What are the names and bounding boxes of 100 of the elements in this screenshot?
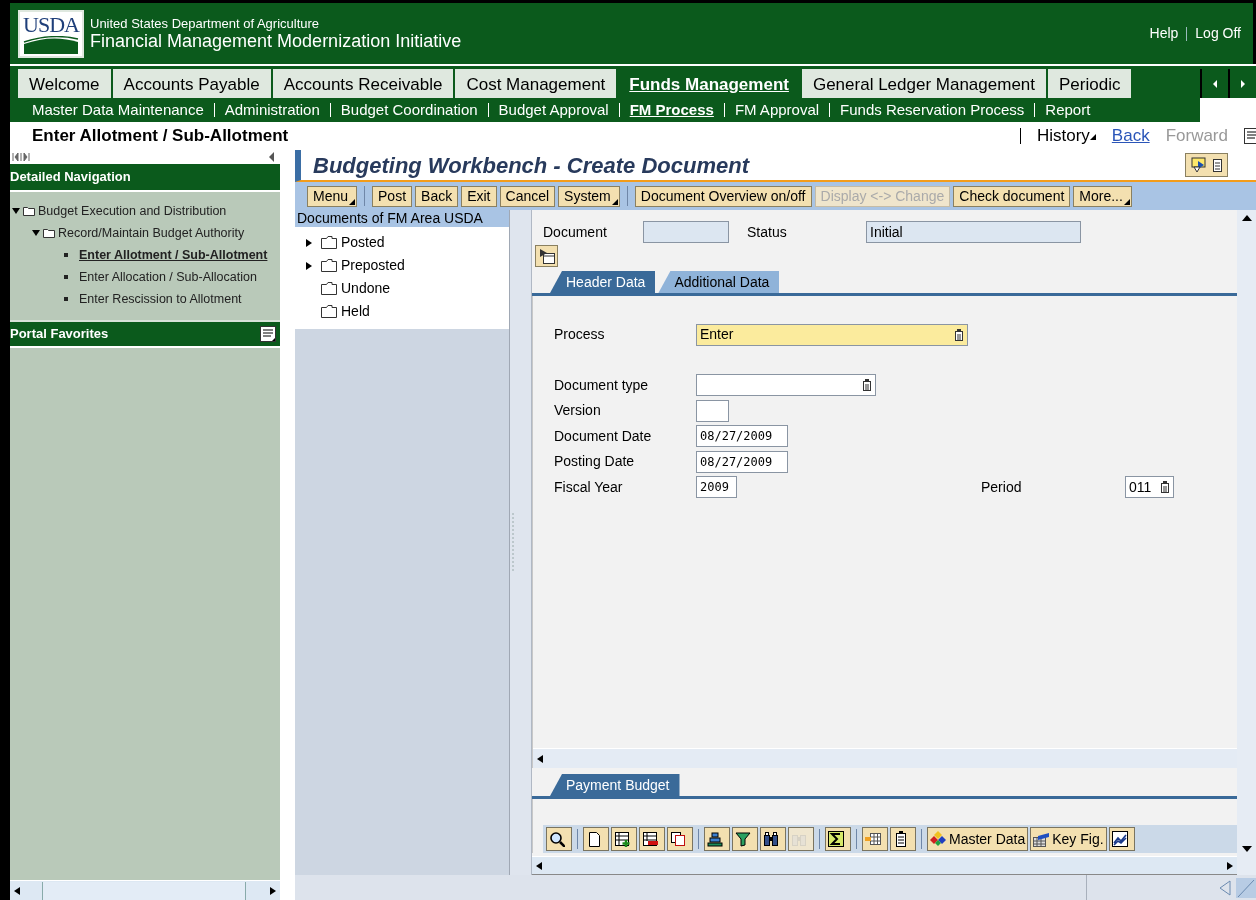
- page-title: Enter Allotment / Sub-Allotment: [32, 125, 290, 148]
- toolbar-button[interactable]: Cancel: [499, 185, 556, 207]
- grid-button[interactable]: [862, 827, 888, 851]
- nav-tab[interactable]: Periodic: [1048, 69, 1132, 98]
- tab[interactable]: Additional Data: [658, 271, 780, 293]
- input-field[interactable]: [643, 221, 729, 243]
- tab[interactable]: Header Data: [550, 271, 656, 293]
- expand-arrow-icon[interactable]: [32, 229, 40, 237]
- table-icon: [1033, 831, 1050, 847]
- tree-folder-label[interactable]: Budget Execution and Distribution: [38, 201, 227, 221]
- tree-folder-label[interactable]: Posted: [341, 232, 385, 253]
- nav-header-title: Detailed Navigation: [10, 168, 131, 187]
- toolbar-button[interactable]: Key Fig.: [1030, 827, 1107, 851]
- header-link[interactable]: Log Off: [1195, 23, 1241, 44]
- field-label: Document: [543, 222, 608, 242]
- dropdown-icon[interactable]: [954, 328, 964, 341]
- tree-link[interactable]: Enter Allocation / Sub-Allocation: [79, 266, 257, 288]
- menu-button[interactable]: System: [558, 185, 620, 207]
- sigma-button[interactable]: [825, 827, 851, 851]
- scroll-down-icon[interactable]: [1240, 845, 1253, 853]
- folder-icon: [23, 206, 35, 216]
- magnifier-icon: [549, 831, 565, 847]
- field-label: Posting Date: [554, 452, 636, 472]
- page-icon: [586, 831, 602, 847]
- dropdown-field[interactable]: Enter: [696, 323, 968, 346]
- subnav-link[interactable]: FM Approval: [734, 98, 820, 122]
- expand-arrow-icon[interactable]: [305, 261, 313, 270]
- tree-folder-label[interactable]: Preposted: [341, 255, 405, 276]
- menu-button[interactable]: Menu: [307, 185, 358, 207]
- field-label: Period: [981, 477, 1023, 497]
- horizontal-scrollbar[interactable]: [10, 880, 280, 900]
- binoculars-button[interactable]: [760, 827, 786, 851]
- magnifier-button[interactable]: [546, 827, 572, 851]
- sort-button[interactable]: [704, 827, 730, 851]
- toolbar-button[interactable]: Exit: [461, 185, 497, 207]
- tree-folder-label[interactable]: Held: [341, 301, 370, 322]
- nav-tab[interactable]: General Ledger Management: [801, 69, 1047, 98]
- dropdown-icon[interactable]: [862, 379, 872, 392]
- subnav-link[interactable]: Report: [1045, 98, 1091, 122]
- nav-tab[interactable]: Accounts Payable: [112, 69, 271, 98]
- nav-tab[interactable]: Welcome: [18, 69, 111, 98]
- help-button[interactable]: [1185, 153, 1228, 177]
- input-field[interactable]: Initial: [866, 221, 1081, 243]
- input-field[interactable]: 08/27/2009: [696, 450, 788, 473]
- history-menu[interactable]: History: [1036, 123, 1096, 149]
- toolbar-button[interactable]: Document Overview on/off: [634, 185, 812, 207]
- subnav-link[interactable]: Master Data Maintenance: [32, 98, 204, 122]
- input-field[interactable]: 2009: [696, 476, 737, 499]
- field-label: Process: [554, 325, 606, 345]
- dropdown-icon[interactable]: [1160, 481, 1170, 494]
- subnav-link[interactable]: Budget Approval: [498, 98, 609, 122]
- field-label: Status: [747, 222, 788, 242]
- pager-icon[interactable]: [12, 152, 30, 162]
- options-icon[interactable]: [260, 326, 276, 342]
- filter-button[interactable]: [732, 827, 758, 851]
- page-button[interactable]: [583, 827, 609, 851]
- header-link[interactable]: Help: [1149, 23, 1179, 44]
- dropdown-field[interactable]: 011: [1125, 476, 1174, 499]
- toolbar-button[interactable]: Post: [372, 185, 413, 207]
- folder-icon: [321, 259, 337, 272]
- folder-icon: [321, 236, 337, 249]
- nav-tab[interactable]: Cost Management: [455, 69, 617, 98]
- menu-corner-icon: [1123, 198, 1130, 205]
- delete-row-button[interactable]: [639, 827, 665, 851]
- subnav-link[interactable]: FM Process: [629, 98, 714, 122]
- agency-name: United States Department of Agriculture: [90, 16, 321, 31]
- layout-button[interactable]: [535, 245, 558, 267]
- nav-header-title: Portal Favorites: [10, 325, 109, 344]
- nav-link[interactable]: Back: [1111, 123, 1150, 149]
- subnav-link[interactable]: Budget Coordination: [340, 98, 478, 122]
- tree-link[interactable]: Enter Rescission to Allotment: [79, 288, 242, 310]
- copy-button[interactable]: [667, 827, 693, 851]
- splitter-handle[interactable]: [510, 210, 532, 875]
- toolbar-button[interactable]: Check document: [953, 185, 1071, 207]
- dropdown-field[interactable]: [696, 374, 876, 397]
- vertical-scrollbar[interactable]: [1237, 210, 1256, 875]
- input-field[interactable]: 08/27/2009: [696, 425, 788, 448]
- expand-arrow-icon[interactable]: [305, 238, 313, 247]
- toolbar-button[interactable]: Back: [415, 185, 459, 207]
- nav-tab[interactable]: Accounts Receivable: [272, 69, 454, 98]
- chart-button[interactable]: [1108, 827, 1135, 851]
- collapse-icon[interactable]: [269, 152, 274, 162]
- expand-arrow-icon[interactable]: [12, 207, 20, 215]
- scroll-up-icon[interactable]: [1240, 214, 1253, 222]
- add-row-button[interactable]: [611, 827, 637, 851]
- options-icon[interactable]: [1244, 128, 1256, 144]
- input-field[interactable]: [696, 399, 729, 422]
- copy-icon: [670, 831, 686, 847]
- toolbar-button[interactable]: Master Data: [927, 827, 1029, 851]
- window-icon: [538, 248, 555, 264]
- document-button[interactable]: [890, 827, 916, 851]
- tab[interactable]: Payment Budget: [550, 774, 680, 796]
- subnav-link[interactable]: Administration: [224, 98, 320, 122]
- tree-folder-label[interactable]: Undone: [341, 278, 391, 299]
- horizontal-scrollbar[interactable]: [533, 748, 1237, 768]
- subnav-link[interactable]: Funds Reservation Process: [840, 98, 1025, 122]
- menu-button[interactable]: More...: [1073, 185, 1132, 207]
- tree-folder-label[interactable]: Record/Maintain Budget Authority: [58, 223, 245, 243]
- tree-link[interactable]: Enter Allotment / Sub-Allotment: [79, 244, 268, 266]
- horizontal-scrollbar[interactable]: [532, 856, 1237, 874]
